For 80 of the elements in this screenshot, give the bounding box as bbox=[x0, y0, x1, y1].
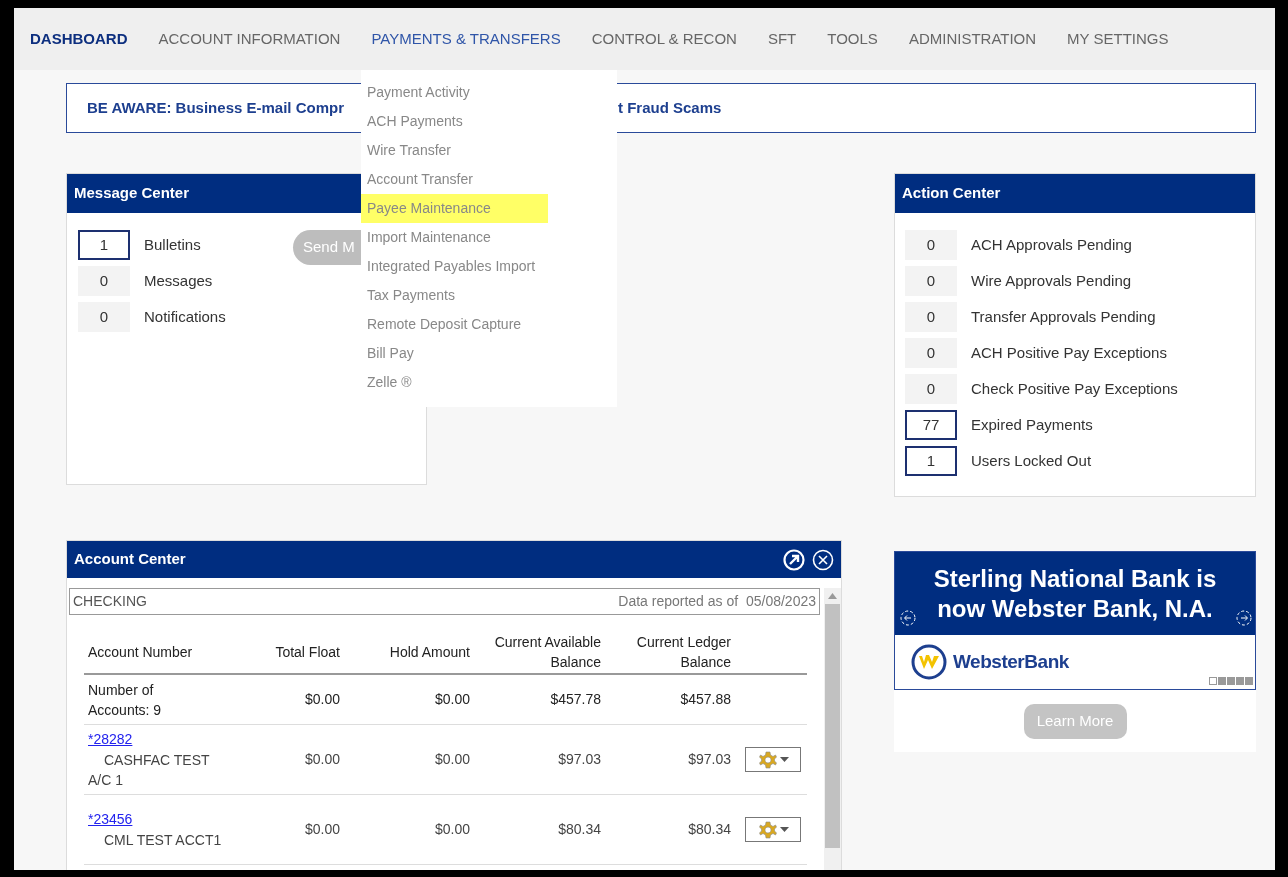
item-label: Expired Payments bbox=[971, 414, 1093, 435]
column-header: Total Float bbox=[274, 643, 340, 662]
count-badge[interactable]: 77 bbox=[905, 410, 957, 440]
table-cell-text: $0.00 bbox=[433, 750, 470, 769]
gear-icon bbox=[757, 749, 778, 770]
scroll-up-icon[interactable] bbox=[828, 593, 837, 599]
column-header: Account Number bbox=[87, 642, 194, 662]
column-header: Current Available Balance bbox=[493, 633, 601, 672]
panel-title: Action Center bbox=[895, 174, 1255, 213]
table-cell-text: $97.03 bbox=[687, 750, 731, 769]
gear-icon bbox=[757, 819, 778, 840]
alert-text: t Fraud Scams bbox=[618, 97, 722, 118]
menu-item[interactable]: Wire Transfer bbox=[361, 136, 548, 165]
actions-button[interactable] bbox=[745, 817, 801, 842]
caret-icon bbox=[779, 827, 789, 832]
count-badge[interactable]: 1 bbox=[905, 446, 957, 476]
count-badge[interactable]: 0 bbox=[905, 338, 957, 368]
item-label: Notifications bbox=[144, 306, 226, 327]
menu-item[interactable]: Integrated Payables Import bbox=[361, 252, 548, 281]
slide-indicator[interactable] bbox=[1209, 677, 1217, 685]
menu-item[interactable]: Zelle ® bbox=[361, 368, 548, 397]
nav-tab[interactable]: CONTROL & RECON bbox=[591, 27, 737, 51]
nav-tab[interactable]: TOOLS bbox=[827, 27, 878, 51]
count-badge[interactable]: 0 bbox=[905, 230, 957, 260]
table-cell-text: $97.03 bbox=[557, 750, 601, 769]
menu-item[interactable]: Bill Pay bbox=[361, 339, 548, 368]
table-cell-text: $80.34 bbox=[557, 820, 601, 839]
count-badge[interactable]: 0 bbox=[905, 374, 957, 404]
nav-tab[interactable]: SFT bbox=[767, 27, 797, 51]
menu-item[interactable]: ACH Payments bbox=[361, 107, 548, 136]
table-cell-text: $0.00 bbox=[433, 690, 470, 709]
count-badge[interactable]: 0 bbox=[78, 266, 130, 296]
item-label: Wire Approvals Pending bbox=[971, 270, 1132, 291]
account-name: CML TEST ACCT1 bbox=[103, 831, 223, 850]
scrollbar[interactable] bbox=[824, 588, 841, 870]
nav-tab[interactable]: ACCOUNT INFORMATION bbox=[158, 27, 341, 51]
count-badge[interactable]: 1 bbox=[78, 230, 130, 260]
nav-tab[interactable]: PAYMENTS & TRANSFERS bbox=[371, 27, 561, 51]
table-cell-text: $0.00 bbox=[303, 820, 340, 839]
item-label: ACH Positive Pay Exceptions bbox=[971, 342, 1167, 363]
item-label: Bulletins bbox=[144, 234, 201, 255]
count-badge[interactable]: 0 bbox=[905, 266, 957, 296]
column-header: Current Ledger Balance bbox=[635, 633, 731, 672]
count-badge[interactable]: 0 bbox=[78, 302, 130, 332]
menu-item[interactable]: Tax Payments bbox=[361, 281, 548, 310]
table-cell-text: $80.34 bbox=[687, 820, 731, 839]
actions-button[interactable] bbox=[745, 747, 801, 772]
promo-headline: Sterling National Bank is now Webster Bank, N.A. bbox=[932, 563, 1218, 624]
account-name: CASHFAC TEST A/C 1 bbox=[88, 751, 211, 790]
section-label: CHECKING bbox=[73, 592, 147, 611]
column-header: Hold Amount bbox=[388, 643, 470, 662]
bank-logo-icon bbox=[911, 644, 947, 680]
item-label: Users Locked Out bbox=[971, 450, 1092, 471]
table-cell-text: $0.00 bbox=[433, 820, 470, 839]
menu-item[interactable]: Remote Deposit Capture bbox=[361, 310, 548, 339]
nav-tab[interactable]: ADMINISTRATION bbox=[908, 27, 1037, 51]
menu-item[interactable]: Payment Activity bbox=[361, 78, 548, 107]
menu-item[interactable]: Payee Maintenance bbox=[361, 194, 548, 223]
table-cell-text: Number of Accounts: 9 bbox=[87, 680, 163, 720]
brand-name: WebsterBank bbox=[953, 649, 1069, 674]
close-icon[interactable] bbox=[812, 548, 834, 571]
caret-icon bbox=[779, 757, 789, 762]
item-label: Messages bbox=[144, 270, 213, 291]
item-label: ACH Approvals Pending bbox=[971, 234, 1132, 255]
table-cell-text: $457.88 bbox=[679, 690, 731, 709]
menu-item[interactable]: Import Maintenance bbox=[361, 223, 548, 252]
alert-text: BE AWARE: Business E-mail Compr bbox=[87, 99, 344, 116]
count-badge[interactable]: 0 bbox=[905, 302, 957, 332]
nav-tab[interactable]: DASHBOARD bbox=[30, 27, 128, 51]
nav-tab[interactable]: MY SETTINGS bbox=[1067, 27, 1169, 51]
panel-title: Account Center bbox=[74, 549, 186, 570]
item-label: Check Positive Pay Exceptions bbox=[971, 378, 1178, 399]
account-link[interactable]: *28282 bbox=[88, 731, 133, 747]
report-date: Data reported as of 05/08/2023 bbox=[618, 592, 816, 611]
account-link[interactable]: *23456 bbox=[88, 811, 133, 827]
table-cell-text: $0.00 bbox=[303, 750, 340, 769]
table-cell-text: $0.00 bbox=[303, 690, 340, 709]
table-cell-text: $457.78 bbox=[549, 690, 601, 709]
expand-icon[interactable] bbox=[783, 548, 805, 571]
item-label: Transfer Approvals Pending bbox=[971, 306, 1156, 327]
